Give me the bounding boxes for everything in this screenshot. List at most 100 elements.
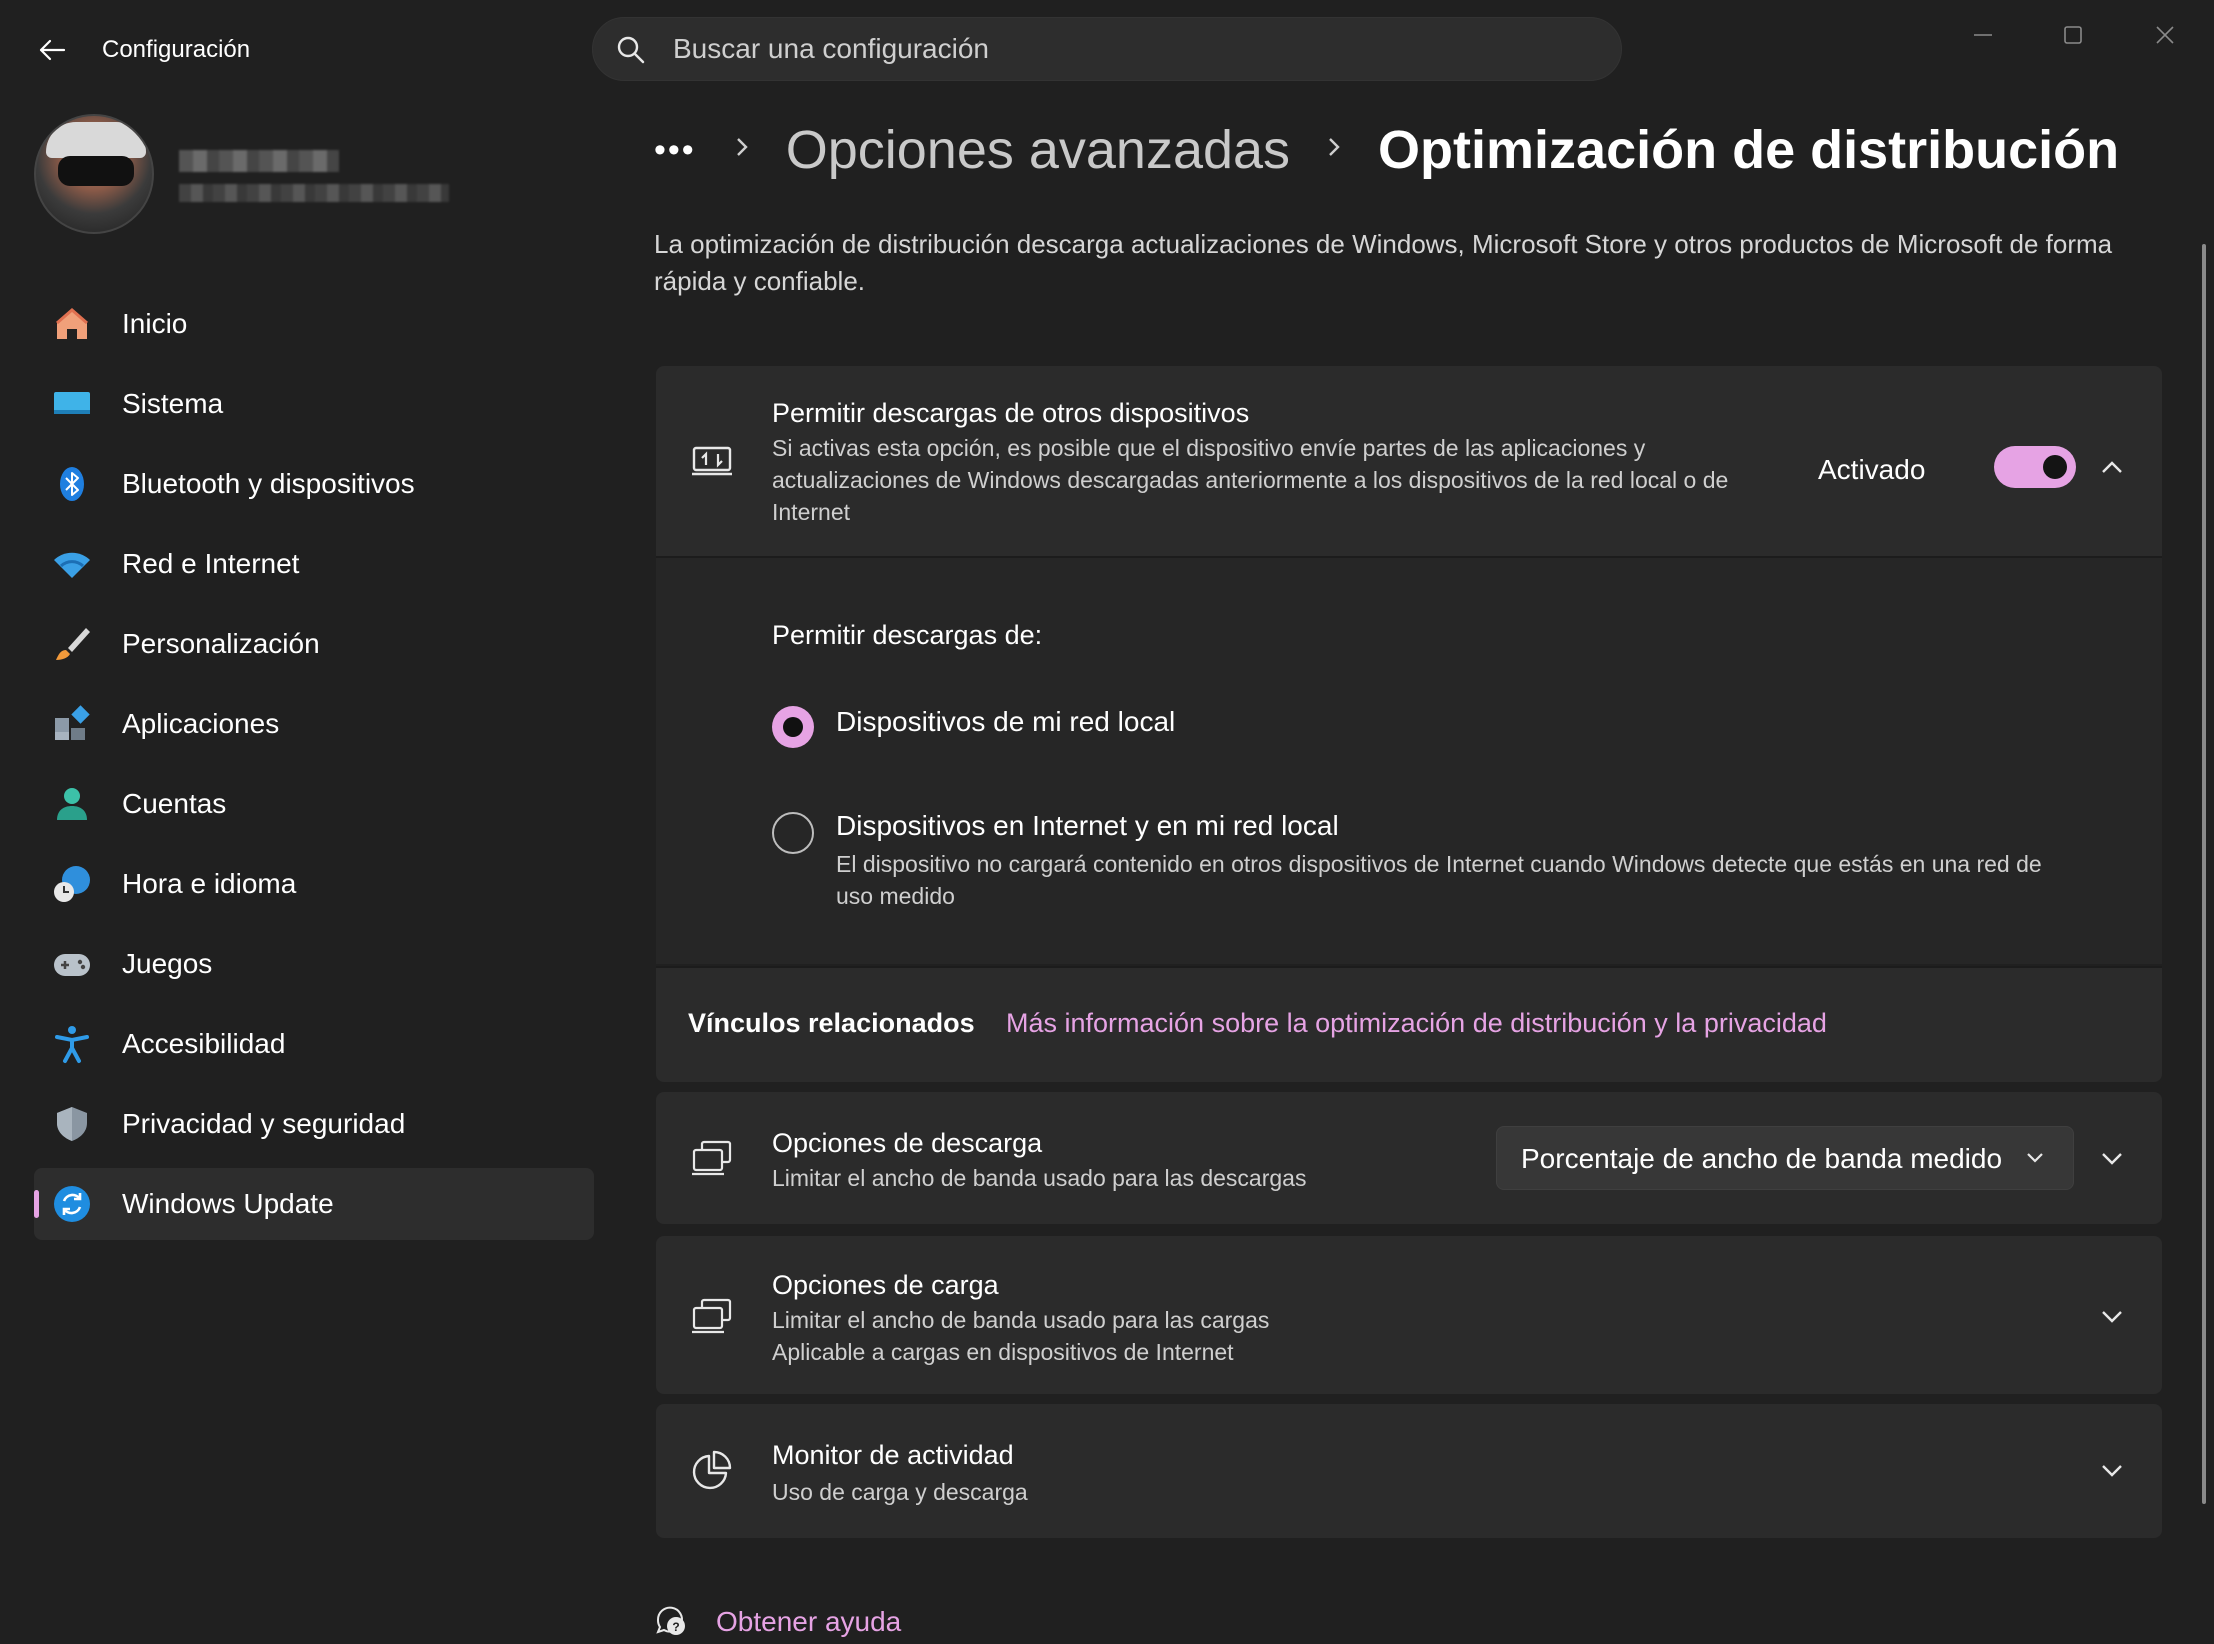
sidebar-item-hora[interactable]: Hora e idioma	[34, 848, 594, 920]
pie-chart-icon	[690, 1448, 734, 1492]
sidebar-item-bluetooth[interactable]: Bluetooth y dispositivos	[34, 448, 594, 520]
device-transfer-icon	[690, 438, 734, 482]
allow-downloads-card[interactable]: Permitir descargas de otros dispositivos…	[656, 366, 2162, 556]
svg-text:?: ?	[672, 1620, 679, 1634]
privacy-info-link[interactable]: Más información sobre la optimización de…	[1006, 1008, 1827, 1039]
user-email-redacted	[179, 184, 449, 202]
maximize-button[interactable]	[2038, 10, 2108, 60]
back-button[interactable]	[24, 22, 80, 78]
download-options-card[interactable]: Opciones de descarga Limitar el ancho de…	[656, 1092, 2162, 1224]
breadcrumb: ••• Opciones avanzadas Optimización de d…	[654, 110, 2119, 190]
download-devices-icon	[690, 1136, 734, 1180]
sidebar-item-label: Sistema	[122, 388, 224, 419]
minimize-button[interactable]	[1948, 10, 2018, 60]
sidebar-item-label: Inicio	[122, 308, 188, 339]
sidebar-item-label: Juegos	[122, 948, 213, 979]
update-icon	[52, 1184, 92, 1224]
arrow-left-icon	[39, 39, 66, 61]
chevron-right-icon	[732, 133, 752, 167]
brush-icon	[52, 624, 92, 664]
chevron-down-icon[interactable]	[2092, 1450, 2132, 1490]
search-box[interactable]	[592, 17, 1622, 81]
upload-options-card[interactable]: Opciones de carga Limitar el ancho de ba…	[656, 1236, 2162, 1394]
shield-icon	[52, 1104, 92, 1144]
activity-monitor-card[interactable]: Monitor de actividad Uso de carga y desc…	[656, 1404, 2162, 1538]
user-profile[interactable]	[34, 114, 454, 234]
scrollbar[interactable]	[2202, 244, 2206, 1504]
accessibility-icon	[52, 1024, 92, 1064]
app-title: Configuración	[102, 36, 251, 63]
settings-window: Configuración Inicio	[0, 0, 2214, 1644]
chevron-down-icon	[2027, 1153, 2043, 1163]
chevron-down-icon[interactable]	[2092, 1296, 2132, 1336]
maximize-icon	[2064, 26, 2082, 44]
chevron-down-icon[interactable]	[2092, 1138, 2132, 1178]
allow-downloads-description: Si activas esta opción, es posible que e…	[772, 435, 1729, 525]
allow-downloads-title: Permitir descargas de otros dispositivos	[772, 398, 1250, 428]
upload-options-description-2: Aplicable a cargas en dispositivos de In…	[772, 1339, 1234, 1365]
close-button[interactable]	[2130, 10, 2200, 60]
breadcrumb-parent-link[interactable]: Opciones avanzadas	[786, 119, 1290, 181]
bandwidth-mode-value: Porcentaje de ancho de banda medido	[1521, 1143, 2003, 1174]
wifi-icon	[52, 544, 92, 584]
sidebar-item-sistema[interactable]: Sistema	[34, 368, 594, 440]
sidebar-item-label: Privacidad y seguridad	[122, 1108, 406, 1139]
minimize-icon	[1974, 34, 1992, 36]
sidebar-item-cuentas[interactable]: Cuentas	[34, 768, 594, 840]
get-help-label: Obtener ayuda	[716, 1606, 902, 1637]
sidebar-item-label: Aplicaciones	[122, 708, 280, 739]
sidebar-item-personalizacion[interactable]: Personalización	[34, 608, 594, 680]
radio-internet-and-local-description: El dispositivo no cargará contenido en o…	[836, 851, 2042, 909]
search-input[interactable]	[673, 18, 1573, 80]
sidebar-item-label: Personalización	[122, 628, 320, 659]
display-icon	[52, 384, 92, 424]
radio-internet-and-local-label[interactable]: Dispositivos en Internet y en mi red loc…	[836, 810, 1339, 842]
activity-monitor-description: Uso de carga y descarga	[772, 1479, 1028, 1505]
upload-options-description: Limitar el ancho de banda usado para las…	[772, 1307, 1270, 1333]
search-icon	[617, 36, 645, 64]
sidebar-nav: Inicio Sistema Bluetooth y dispositivos …	[34, 288, 594, 1248]
sidebar-item-label: Bluetooth y dispositivos	[122, 468, 415, 499]
sidebar-item-inicio[interactable]: Inicio	[34, 288, 594, 360]
sidebar-item-label: Windows Update	[122, 1188, 334, 1219]
sidebar-item-aplicaciones[interactable]: Aplicaciones	[34, 688, 594, 760]
toggle-state-label: Activado	[1818, 454, 1926, 485]
activity-monitor-title: Monitor de actividad	[772, 1440, 1014, 1470]
sidebar-item-label: Red e Internet	[122, 548, 300, 579]
download-options-title: Opciones de descarga	[772, 1128, 1043, 1158]
sidebar-item-label: Hora e idioma	[122, 868, 297, 899]
clock-globe-icon	[52, 864, 92, 904]
bluetooth-icon	[52, 464, 92, 504]
get-help-link[interactable]: ? Obtener ayuda	[654, 1600, 901, 1644]
home-icon	[52, 304, 92, 344]
selection-indicator	[34, 1190, 39, 1218]
page-description: La optimización de distribución descarga…	[654, 229, 2113, 296]
radio-local-network-label[interactable]: Dispositivos de mi red local	[836, 706, 1175, 738]
allow-downloads-expanded: Permitir descargas de: Dispositivos de m…	[656, 556, 2162, 964]
breadcrumb-overflow-button[interactable]: •••	[654, 131, 696, 170]
person-icon	[52, 784, 92, 824]
apps-icon	[52, 704, 92, 744]
related-links-title: Vínculos relacionados	[688, 1008, 975, 1038]
upload-devices-icon	[690, 1294, 734, 1338]
sidebar-item-red[interactable]: Red e Internet	[34, 528, 594, 600]
sidebar-item-accesibilidad[interactable]: Accesibilidad	[34, 1008, 594, 1080]
bandwidth-mode-dropdown[interactable]: Porcentaje de ancho de banda medido	[1496, 1126, 2074, 1190]
upload-options-title: Opciones de carga	[772, 1270, 999, 1300]
avatar	[34, 114, 154, 234]
radio-local-network[interactable]	[772, 706, 814, 748]
allow-downloads-toggle[interactable]	[1994, 446, 2076, 488]
chevron-up-icon[interactable]	[2092, 448, 2132, 488]
sidebar-item-windows-update[interactable]: Windows Update	[34, 1168, 594, 1240]
related-links-section: Vínculos relacionados Más información so…	[656, 966, 2162, 1082]
radio-internet-and-local[interactable]	[772, 812, 814, 854]
download-options-description: Limitar el ancho de banda usado para las…	[772, 1165, 1307, 1191]
chevron-right-icon	[1324, 133, 1344, 167]
sidebar-item-label: Accesibilidad	[122, 1028, 286, 1059]
sidebar-item-privacidad[interactable]: Privacidad y seguridad	[34, 1088, 594, 1160]
user-name-redacted	[179, 150, 339, 172]
sidebar-item-juegos[interactable]: Juegos	[34, 928, 594, 1000]
title-bar: Configuración	[0, 0, 2214, 100]
sidebar-item-label: Cuentas	[122, 788, 227, 819]
close-icon	[2156, 26, 2174, 44]
